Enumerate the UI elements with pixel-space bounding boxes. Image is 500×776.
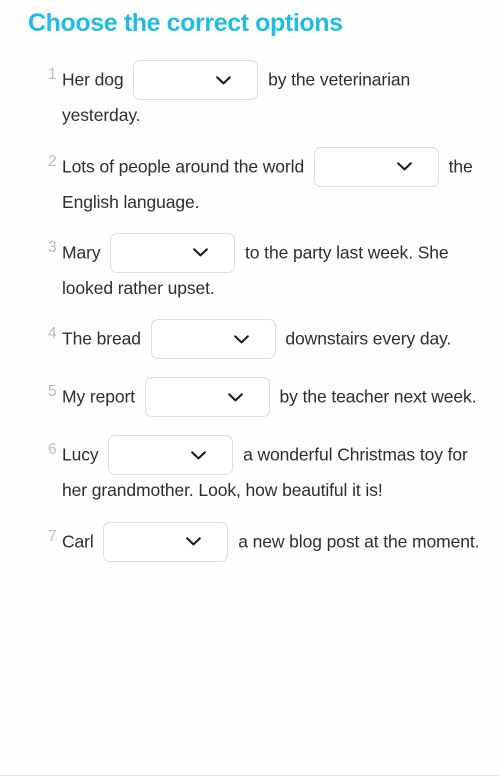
question-body: Mary to the party last week. She looked …	[62, 232, 486, 302]
question-item: 6 Lucy a wonderful Christmas toy for her…	[14, 435, 486, 504]
chevron-down-icon	[186, 537, 202, 546]
question-text-before: Lots of people around the world	[62, 156, 309, 177]
question-body: Lucy a wonderful Christmas toy for her g…	[62, 435, 486, 504]
question-number: 4	[48, 325, 57, 343]
question-text-before: Mary	[62, 242, 106, 263]
question-text-after: a new blog post at the moment.	[233, 531, 480, 552]
exercise-page: Choose the correct options 1 Her dog by …	[0, 0, 500, 776]
question-text-before: Her dog	[62, 69, 129, 90]
question-item: 1 Her dog by the veterinarian yesterday.	[14, 60, 486, 129]
question-item: 3 Mary to the party last week. She looke…	[14, 232, 486, 302]
question-number: 5	[48, 383, 57, 401]
question-text-before: Carl	[62, 531, 99, 552]
question-body: Her dog by the veterinarian yesterday.	[62, 60, 486, 129]
page-title: Choose the correct options	[28, 9, 343, 37]
question-text-after: downstairs every day.	[280, 328, 452, 349]
question-item: 4 The bread downstairs every day.	[14, 319, 486, 360]
question-body: Lots of people around the world the Engl…	[62, 146, 486, 216]
chevron-down-icon	[227, 393, 243, 402]
question-body: My report by the teacher next week.	[62, 377, 486, 418]
question-number: 7	[48, 527, 57, 545]
answer-dropdown-7[interactable]	[103, 521, 229, 562]
answer-dropdown-2[interactable]	[313, 146, 439, 187]
question-text-before: My report	[62, 386, 140, 407]
question-item: 2 Lots of people around the world the En…	[14, 146, 486, 216]
question-text-after: by the teacher next week.	[274, 386, 477, 407]
question-text-before: The bread	[62, 328, 146, 349]
chevron-down-icon	[216, 76, 232, 85]
question-number: 2	[48, 152, 57, 170]
chevron-down-icon	[193, 248, 209, 257]
question-item: 5 My report by the teacher next week.	[14, 377, 486, 418]
chevron-down-icon	[396, 162, 412, 171]
question-number: 6	[48, 441, 57, 459]
question-list: 1 Her dog by the veterinarian yesterday.…	[0, 39, 500, 562]
question-number: 3	[48, 238, 57, 256]
question-item: 7 Carl a new blog post at the moment.	[14, 521, 486, 563]
question-body: Carl a new blog post at the moment.	[62, 521, 486, 563]
question-text-before: Lucy	[62, 444, 104, 465]
question-number: 1	[48, 66, 57, 84]
answer-dropdown-6[interactable]	[108, 435, 234, 476]
answer-dropdown-1[interactable]	[133, 60, 259, 101]
answer-dropdown-5[interactable]	[144, 377, 270, 418]
chevron-down-icon	[233, 335, 249, 344]
chevron-down-icon	[191, 451, 207, 460]
answer-dropdown-4[interactable]	[150, 319, 276, 360]
answer-dropdown-3[interactable]	[110, 232, 236, 273]
question-body: The bread downstairs every day.	[62, 319, 486, 360]
